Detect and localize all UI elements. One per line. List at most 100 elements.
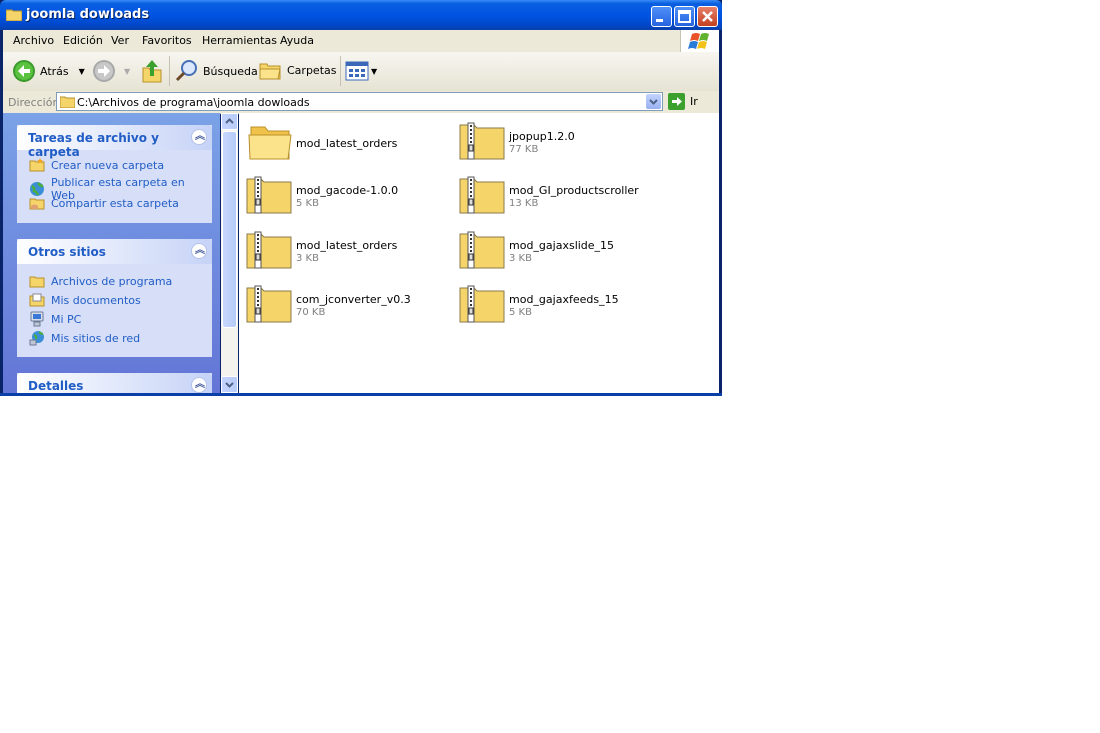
menu-archivo[interactable]: Archivo xyxy=(13,34,54,47)
file-size: 3 KB xyxy=(296,253,319,264)
scroll-up-button[interactable] xyxy=(221,113,238,130)
task-new-folder[interactable]: Crear nueva carpeta xyxy=(29,157,164,173)
folder-icon xyxy=(60,96,75,108)
up-folder-icon xyxy=(142,60,162,83)
up-folder-button[interactable] xyxy=(141,58,163,84)
file-size: 70 KB xyxy=(296,307,326,318)
place-label: Mis documentos xyxy=(51,293,141,307)
back-button[interactable]: Atrás ▼ xyxy=(12,59,85,83)
computer-icon xyxy=(30,311,44,327)
file-size: 77 KB xyxy=(509,144,539,155)
zip-folder-icon xyxy=(459,122,505,160)
address-dropdown-button[interactable] xyxy=(646,94,661,109)
zip-folder-icon xyxy=(459,176,505,214)
file-name: mod_gajaxfeeds_15 xyxy=(509,293,619,306)
place-my-computer[interactable]: Mi PC xyxy=(29,311,81,327)
search-icon xyxy=(175,60,197,82)
forward-arrow-icon xyxy=(93,60,115,82)
search-button[interactable]: Búsqueda xyxy=(175,59,258,83)
menu-ver[interactable]: Ver xyxy=(111,34,129,47)
views-button[interactable]: ▼ xyxy=(345,61,377,81)
toolbar-separator xyxy=(169,56,170,86)
place-program-files[interactable]: Archivos de programa xyxy=(29,273,172,289)
share-folder-icon xyxy=(29,198,45,210)
zip-folder-icon xyxy=(246,231,292,269)
other-places-panel: Otros sitios ︽ Archivos de programa Mis … xyxy=(17,239,212,357)
go-button[interactable]: Ir xyxy=(668,93,698,110)
scroll-down-button[interactable] xyxy=(221,376,238,393)
zip-folder-icon xyxy=(246,285,292,323)
file-tasks-header[interactable]: Tareas de archivo y carpeta ︽ xyxy=(17,125,212,159)
details-panel: Detalles ︽ xyxy=(17,373,212,393)
menu-ayuda[interactable]: Ayuda xyxy=(280,34,314,47)
file-size: 13 KB xyxy=(509,198,539,209)
folders-icon xyxy=(259,63,281,80)
menu-favoritos[interactable]: Favoritos xyxy=(142,34,192,47)
file-name: mod_latest_orders xyxy=(296,137,398,150)
title-bar[interactable]: joomla dowloads xyxy=(0,0,722,30)
toolbar: Atrás ▼ ▼ Búsqueda Carpetas ▼ xyxy=(3,52,719,92)
network-icon xyxy=(29,331,44,346)
views-dropdown-icon[interactable]: ▼ xyxy=(371,67,377,76)
task-label: Crear nueva carpeta xyxy=(51,158,165,172)
zip-file-item[interactable]: com_jconverter_v0.3 70 KB xyxy=(241,280,441,328)
chevron-up-icon xyxy=(225,118,234,124)
task-share-folder[interactable]: Compartir esta carpeta xyxy=(29,195,179,211)
file-size: 5 KB xyxy=(509,307,532,318)
folder-item[interactable]: mod_latest_orders xyxy=(241,117,441,165)
folders-button[interactable]: Carpetas xyxy=(259,60,336,80)
file-tasks-panel: Tareas de archivo y carpeta ︽ Crear nuev… xyxy=(17,125,212,223)
documents-icon xyxy=(29,293,45,307)
file-name: mod_GI_productscroller xyxy=(509,184,639,197)
task-pane: Tareas de archivo y carpeta ︽ Crear nuev… xyxy=(3,113,220,393)
back-label: Atrás xyxy=(40,64,69,78)
file-name: mod_gacode-1.0.0 xyxy=(296,184,399,197)
address-input[interactable]: C:\Archivos de programa\joomla dowloads xyxy=(56,92,663,111)
place-label: Mi PC xyxy=(51,312,82,326)
expand-icon[interactable]: ︽ xyxy=(191,377,207,393)
maximize-icon xyxy=(678,10,691,23)
address-value: C:\Archivos de programa\joomla dowloads xyxy=(77,96,310,109)
menu-herramientas[interactable]: Herramientas xyxy=(202,34,277,47)
zip-file-item[interactable]: mod_gacode-1.0.0 5 KB xyxy=(241,171,441,219)
close-button[interactable] xyxy=(697,6,718,27)
file-name: mod_gajaxslide_15 xyxy=(509,239,615,252)
collapse-icon[interactable]: ︽ xyxy=(191,243,207,259)
maximize-button[interactable] xyxy=(674,6,695,27)
back-dropdown-icon[interactable]: ▼ xyxy=(79,67,85,76)
zip-file-item[interactable]: mod_latest_orders 3 KB xyxy=(241,226,441,274)
zip-file-item[interactable]: mod_gajaxslide_15 3 KB xyxy=(454,226,654,274)
scroll-thumb[interactable] xyxy=(222,131,237,328)
file-tasks-title: Tareas de archivo y carpeta xyxy=(28,131,159,159)
explorer-window: joomla dowloads Archivo Edición Ver Favo… xyxy=(0,0,722,396)
minimize-button[interactable] xyxy=(651,6,672,27)
back-arrow-icon xyxy=(13,60,35,82)
search-label: Búsqueda xyxy=(203,64,258,78)
folder-icon xyxy=(29,276,45,288)
zip-file-item[interactable]: mod_gajaxfeeds_15 5 KB xyxy=(454,280,654,328)
menu-edicion[interactable]: Edición xyxy=(63,34,103,47)
details-title: Detalles xyxy=(28,379,84,393)
collapse-icon[interactable]: ︽ xyxy=(191,129,207,145)
menu-bar: Archivo Edición Ver Favoritos Herramient… xyxy=(3,30,719,53)
minimize-icon xyxy=(656,19,663,22)
file-size: 5 KB xyxy=(296,198,319,209)
close-icon xyxy=(702,11,713,22)
other-places-header[interactable]: Otros sitios ︽ xyxy=(17,239,212,264)
file-size: 3 KB xyxy=(509,253,532,264)
task-pane-scrollbar[interactable] xyxy=(221,113,238,393)
details-header[interactable]: Detalles ︽ xyxy=(17,373,212,393)
file-list: mod_latest_orders jpopup1.2.0 77 KB mod_… xyxy=(239,113,719,393)
views-icon xyxy=(345,61,369,81)
folder-icon xyxy=(248,126,292,160)
zip-file-item[interactable]: jpopup1.2.0 77 KB xyxy=(454,117,654,165)
zip-file-item[interactable]: mod_GI_productscroller 13 KB xyxy=(454,171,654,219)
forward-dropdown-icon[interactable]: ▼ xyxy=(124,67,130,76)
folder-icon xyxy=(6,9,22,21)
new-folder-icon xyxy=(29,158,45,172)
place-my-documents[interactable]: Mis documentos xyxy=(29,292,141,308)
zip-folder-icon xyxy=(459,231,505,269)
place-network[interactable]: Mis sitios de red xyxy=(29,330,140,346)
chevron-down-icon xyxy=(225,382,234,388)
forward-button[interactable]: ▼ xyxy=(92,59,130,83)
